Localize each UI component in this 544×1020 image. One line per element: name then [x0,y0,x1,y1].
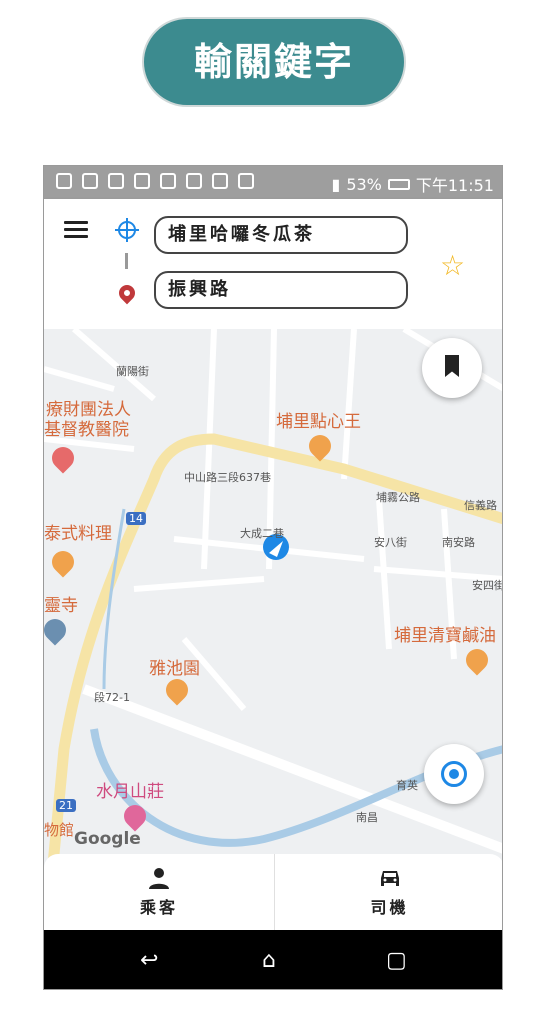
status-bar: ▮ 53% 下午11:51 [44,166,502,199]
destination-input[interactable]: 振興路 [154,271,408,309]
status-icons [56,173,254,189]
signal-icon: ▮ [331,174,341,194]
street-label: 蘭陽街 [116,365,149,378]
code-icon [134,173,150,189]
street-label: 信義路 [464,499,497,512]
bookmark-icon [445,355,459,377]
tab-passenger[interactable]: 乘客 [44,854,274,930]
route-shield: 21 [56,799,76,812]
wifi-icon [238,173,254,189]
map-attribution: Google [74,829,141,849]
clock: 下午11:51 [415,176,494,195]
poi-label: 基督教醫院 [44,420,129,440]
search-panel: 埔里哈囉冬瓜茶 振興路 ☆ [44,199,502,329]
tab-driver-label: 司機 [370,898,409,917]
street-label: 育英 [396,779,418,792]
star-favorite-icon[interactable]: ☆ [440,249,465,282]
poi-label: 埔里清寶鹹油 [394,626,496,646]
street-label: 安八街 [374,536,407,549]
recents-icon[interactable]: ▢ [386,948,407,973]
back-icon[interactable]: ↩ [140,948,158,973]
street-label: 埔霧公路 [376,491,420,504]
map-pin-icon [115,281,139,305]
street-label: 中山路三段637巷 [184,471,271,484]
tablet-icon [82,173,98,189]
street-label: 南昌 [356,811,378,824]
street-label: 大成二巷 [240,527,284,540]
menu-icon[interactable] [64,221,88,239]
my-location-button[interactable] [424,744,484,804]
origin-input[interactable]: 埔里哈囉冬瓜茶 [154,216,408,254]
poi-label: 泰式料理 [44,524,112,544]
poi-label: 物館 [44,821,75,839]
poi-label: 埔里點心王 [276,412,361,432]
tab-driver[interactable]: 司機 [274,854,502,930]
home-icon[interactable]: ⌂ [262,948,276,973]
battery-icon [387,178,410,190]
crosshair-origin-icon [115,218,139,242]
car-icon [380,871,399,886]
bookmark-button[interactable] [422,338,482,398]
poi-label: 雅池園 [149,659,200,679]
poi-label: 靈寺 [44,596,78,616]
role-tabs: 乘客 司機 [44,854,502,930]
my-location-icon [441,761,467,787]
battery-percent: 53% [346,174,382,194]
street-label: 段72-1 [94,691,130,704]
street-label: 安四街 [472,579,503,592]
poi-label: 水月山莊 [96,782,164,802]
usb-icon [160,173,176,189]
android-nav-bar: ↩ ⌂ ▢ [44,930,502,989]
phone-screenshot: ▮ 53% 下午11:51 埔里哈囉冬瓜茶 振興路 ☆ 療財團法人 基督教醫院 … [43,165,503,990]
street-label: 南安路 [442,536,475,549]
notification-icon [56,173,72,189]
moon-icon [186,173,202,189]
page-title: 輸關鍵字 [142,17,406,107]
status-right: ▮ 53% 下午11:51 [332,172,495,196]
nfc-icon [212,173,228,189]
route-connector [125,253,128,269]
home-app-icon [108,173,124,189]
tab-passenger-label: 乘客 [139,898,178,917]
route-shield: 14 [126,512,146,525]
person-icon [149,868,169,889]
